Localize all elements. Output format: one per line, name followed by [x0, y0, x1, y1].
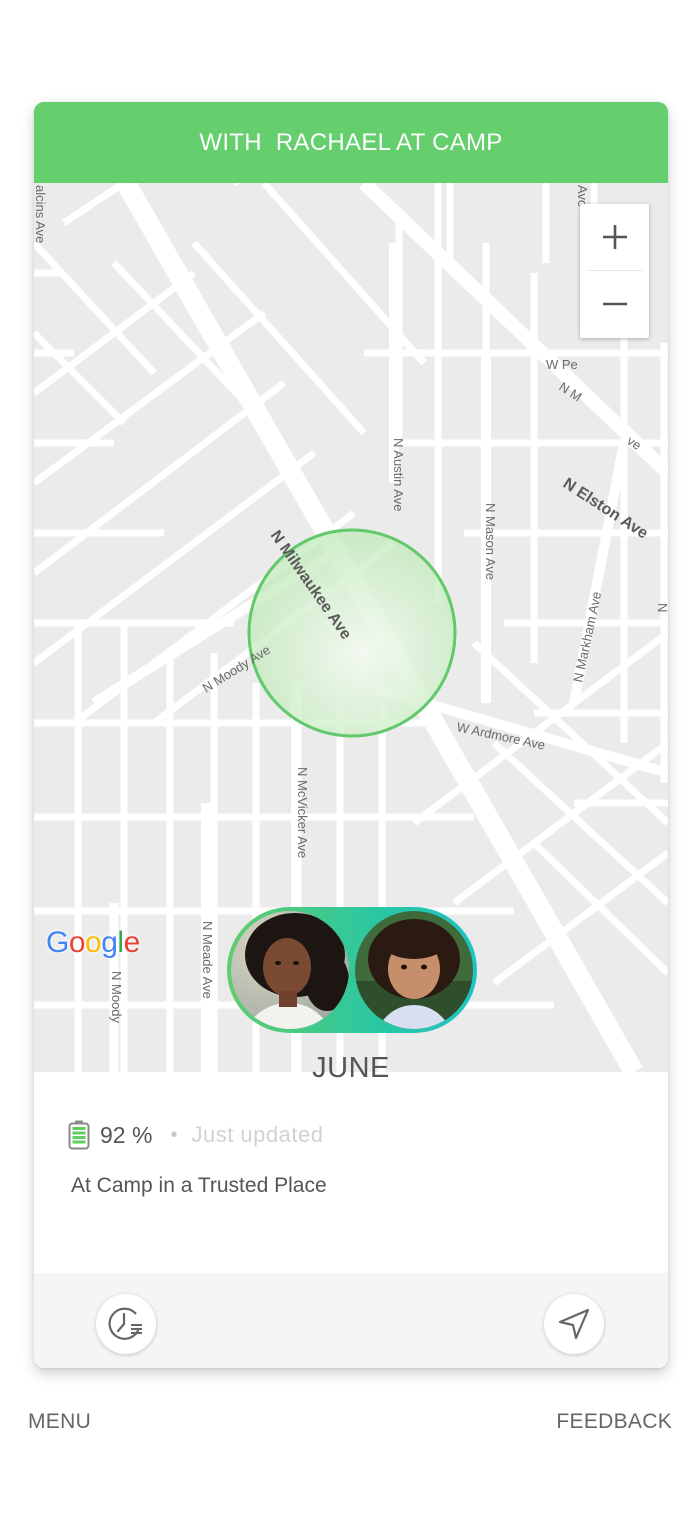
label-edge-left: alcins Ave [34, 185, 48, 243]
avatar-child[interactable] [355, 911, 473, 1029]
navigation-arrow-icon [558, 1308, 590, 1340]
zoom-out-button[interactable] [580, 271, 649, 337]
menu-link[interactable]: MENU [28, 1410, 91, 1434]
page: WITH RACHAEL AT CAMP N Milwaukee Ave N E… [0, 0, 700, 1516]
separator-dot: • [170, 1123, 178, 1146]
card-header: WITH RACHAEL AT CAMP [34, 102, 668, 183]
navigate-button[interactable] [544, 1294, 604, 1354]
person-name: JUNE [312, 1052, 390, 1084]
label-edge-right: N [655, 603, 668, 612]
avatar-adult[interactable] [231, 911, 349, 1029]
adult-portrait-icon [231, 911, 349, 1029]
last-updated: Just updated [191, 1122, 324, 1147]
clock-history-icon [108, 1307, 142, 1340]
history-button[interactable] [96, 1294, 156, 1354]
location-card: WITH RACHAEL AT CAMP N Milwaukee Ave N E… [34, 102, 668, 1368]
avatar-group[interactable] [227, 907, 477, 1033]
label-meade: N Meade Ave [200, 921, 215, 999]
battery-level: 92 % [100, 1121, 153, 1148]
status-row: 92 % • Just updated [68, 1119, 323, 1151]
feedback-link[interactable]: FEEDBACK [556, 1410, 672, 1434]
child-portrait-icon [355, 911, 473, 1029]
zoom-controls [580, 204, 649, 338]
zoom-in-button[interactable] [580, 204, 649, 270]
minus-icon [602, 302, 627, 306]
plus-icon [602, 225, 627, 249]
location-status: At Camp in a Trusted Place [71, 1174, 327, 1197]
card-footer [34, 1273, 668, 1368]
header-title: WITH RACHAEL AT CAMP [199, 128, 503, 156]
label-mason: N Mason Ave [483, 503, 498, 580]
label-w-pe: W Pe [546, 357, 578, 372]
google-logo: Google [46, 926, 140, 959]
label-moody-vert: N Moody [109, 971, 124, 1024]
label-mcvicker: N McVicker Ave [295, 767, 310, 858]
label-austin: N Austin Ave [391, 438, 406, 511]
battery-icon [68, 1120, 90, 1150]
